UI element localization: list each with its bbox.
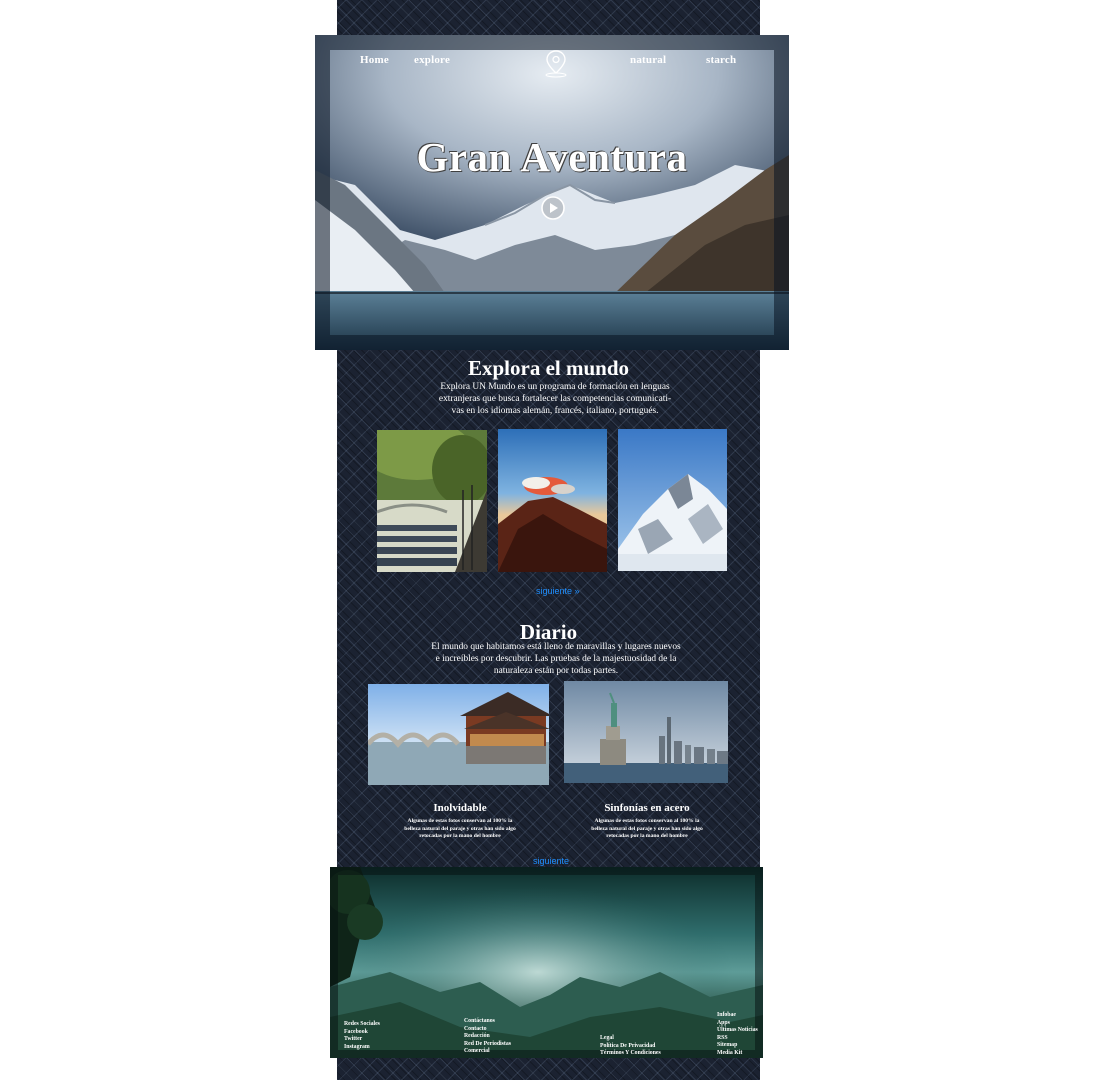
explore-description: Explora UN Mundo es un programa de forma… [420,381,690,417]
footer-link-periodistas[interactable]: Red De Periodistas [464,1041,511,1049]
footer-link-instagram[interactable]: Instagram [344,1044,380,1052]
play-icon[interactable] [540,195,566,221]
footer-legal-links: Legal Política De Privacidad Términos Y … [600,1035,661,1058]
diario-next-link[interactable]: siguiente [533,856,569,866]
water-town-photo[interactable] [368,684,549,785]
footer-link-twitter[interactable]: Twitter [344,1036,380,1044]
footer-heading: Legal [600,1035,614,1041]
explore-description-line: vas en los idiomas alemán, francés, ital… [451,406,659,416]
nav-link-starch[interactable]: starch [706,54,736,66]
diario-description: El mundo que habitamos está lleno de mar… [420,641,692,677]
nav-link-natural[interactable]: natural [630,54,666,66]
diario-description-line: e increíbles por descubrir. Las pruebas … [435,654,677,664]
card-text-line: Algunas de estas fotos conservan al 100%… [407,818,513,824]
footer-contact-links: Contáctanos Contacto Redacción Red De Pe… [464,1018,511,1056]
footer-heading: Contáctanos [464,1018,495,1024]
card-title-inolvidable: Inolvidable [433,802,487,814]
footer-link-mediakit[interactable]: Media Kit [717,1050,758,1058]
card-text-line: retocadas por la mano del hombre [419,833,501,839]
card-text-line: Algunas de estas fotos conservan al 100%… [594,818,700,824]
card-text-line: belleza natural del paraje y otras han s… [404,825,516,832]
nav-link-home[interactable]: Home [360,54,389,66]
footer-social-links: Redes Sociales Facebook Twitter Instagra… [344,1021,380,1051]
snow-mountain-photo[interactable] [618,429,727,571]
explore-next-link[interactable]: siguiente » [536,586,580,596]
footer-link-privacidad[interactable]: Política De Privacidad [600,1043,661,1051]
mountain-lake-illustration [315,35,789,350]
volcano-photo[interactable] [498,429,607,572]
explore-description-line: Explora UN Mundo es un programa de forma… [440,382,670,392]
diario-description-line: El mundo que habitamos está lleno de mar… [431,642,681,652]
misty-valley-illustration [330,867,763,1058]
footer-heading: Infobae [717,1012,737,1018]
river-bridge-photo[interactable] [377,430,487,572]
diario-description-line: naturaleza están por todas partes. [493,666,619,676]
footer-link-facebook[interactable]: Facebook [344,1029,380,1037]
nav-link-explore[interactable]: explore [414,54,450,66]
hero-banner: Home explore natural starch Gran Aventur… [315,35,789,350]
card-text-inolvidable: Algunas de estas fotos conservan al 100%… [385,818,535,841]
footer: Redes Sociales Facebook Twitter Instagra… [330,867,763,1058]
footer-link-sitemap[interactable]: Sitemap [717,1042,758,1050]
footer-heading: Redes Sociales [344,1021,380,1027]
card-text-line: belleza natural del paraje y otras han s… [591,825,703,832]
card-title-sinfonias: Sinfonías en acero [604,802,690,814]
footer-link-contacto[interactable]: Contacto [464,1026,511,1034]
footer-link-terminos[interactable]: Términos Y Condiciones [600,1050,661,1058]
footer-link-redaccion[interactable]: Redacción [464,1033,511,1041]
footer-link-rss[interactable]: RSS [717,1035,758,1043]
explore-section-title: Explora el mundo [467,356,630,380]
statue-liberty-photo[interactable] [564,681,728,783]
card-text-line: retocadas por la mano del hombre [606,833,688,839]
card-text-sinfonias: Algunas de estas fotos conservan al 100%… [572,818,722,841]
explore-description-line: extranjeras que busca fortalecer las com… [438,394,672,404]
hero-title: Gran Aventura [416,134,688,180]
footer-link-noticias[interactable]: Últimas Noticias [717,1027,758,1035]
map-pin-icon[interactable] [544,49,568,79]
footer-site-links: Infobae Apps Últimas Noticias RSS Sitema… [717,1012,758,1058]
footer-link-comercial[interactable]: Comercial [464,1048,511,1056]
